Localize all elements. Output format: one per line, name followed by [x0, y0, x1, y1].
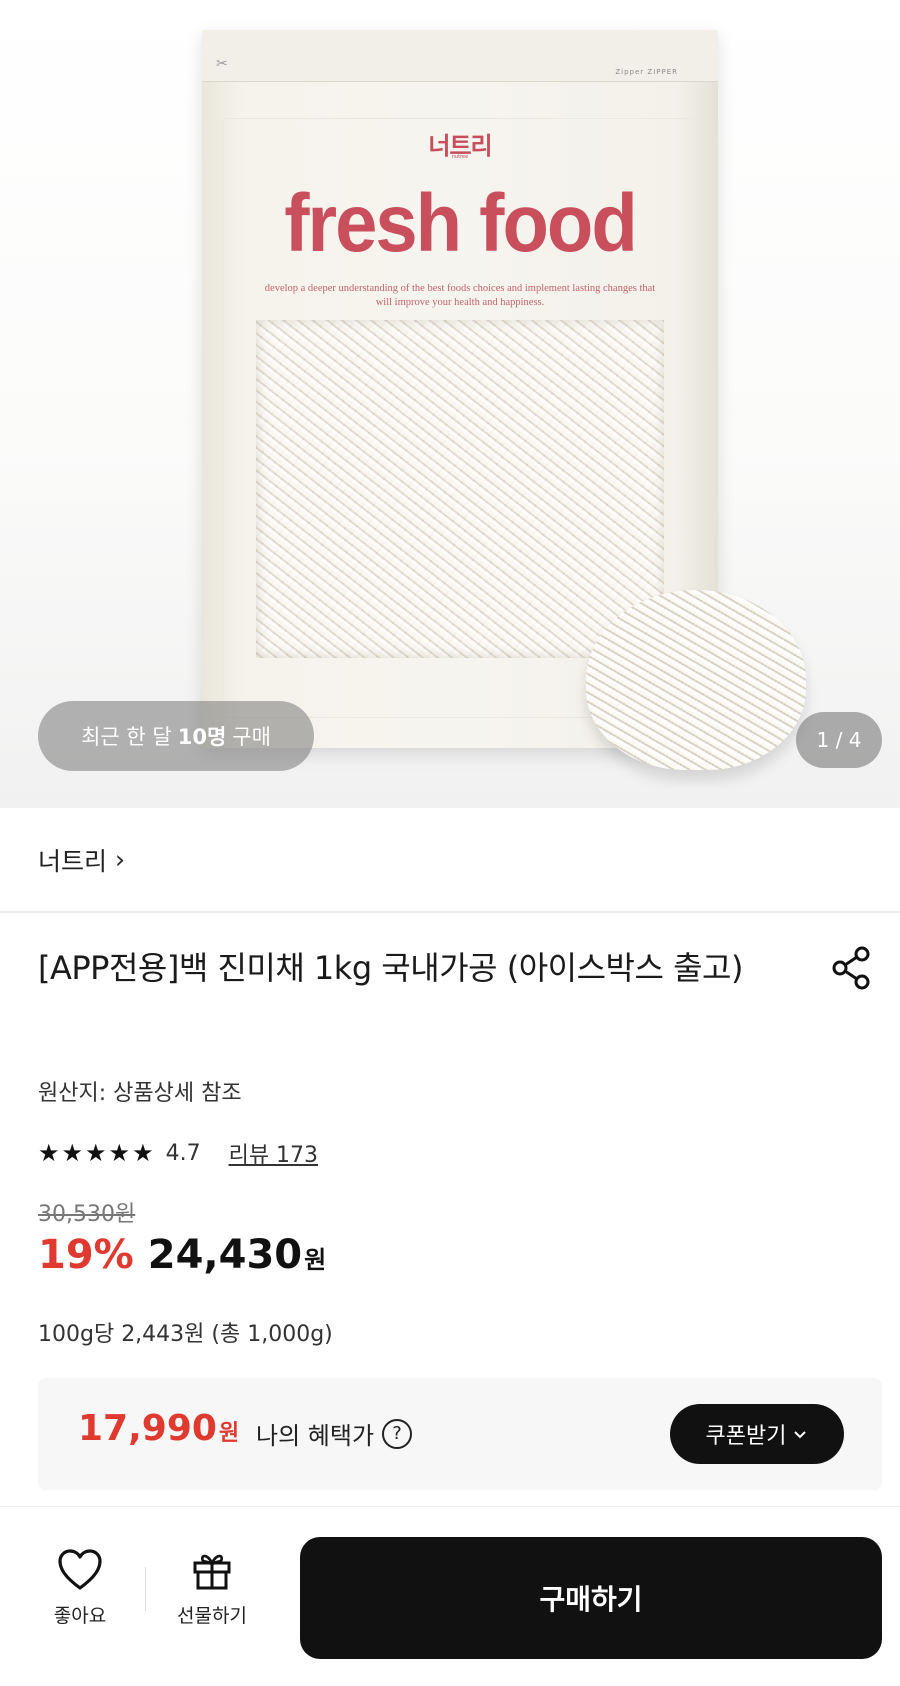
benefit-price: 17,990 원 — [78, 1408, 239, 1449]
bottom-action-bar: 좋아요 선물하기 구매하기 — [0, 1506, 900, 1686]
discount-rate: 19% — [38, 1232, 134, 1278]
unit-price: 100g당 2,443원 (총 1,000g) — [38, 1322, 333, 1347]
buy-button[interactable]: 구매하기 — [300, 1537, 882, 1659]
chevron-down-icon — [794, 1431, 807, 1439]
help-icon[interactable]: ? — [382, 1418, 413, 1449]
review-link[interactable]: 리뷰 173 — [229, 1137, 318, 1169]
coupon-button-label: 쿠폰받기 — [705, 1424, 787, 1449]
bag-brand-logo-sub: nutree — [451, 154, 469, 160]
recent-purchase-count: 10명 — [177, 725, 227, 749]
product-image-carousel[interactable]: ✂ Zipper ZIPPER 너트리 nutree fresh food de… — [0, 0, 900, 808]
benefit-label-text: 나의 혜택가 — [256, 1422, 375, 1450]
bag-tagline: develop a deeper understanding of the be… — [264, 283, 656, 308]
brand-link[interactable]: 너트리 › — [0, 808, 900, 913]
gift-icon — [193, 1554, 231, 1590]
gift-label: 선물하기 — [177, 1605, 247, 1627]
benefit-box: 17,990 원 나의 혜택가 ? 쿠폰받기 — [38, 1378, 882, 1490]
benefit-price-unit: 원 — [218, 1421, 240, 1446]
coupon-button[interactable]: 쿠폰받기 — [670, 1404, 844, 1464]
chevron-right-icon: › — [115, 845, 126, 874]
bag-title: fresh food — [284, 177, 638, 270]
original-price: 30,530원 — [38, 1202, 136, 1227]
rating-row: ★★★★★ 4.7 리뷰 173 — [38, 1135, 318, 1171]
scissors-icon: ✂ — [216, 56, 228, 72]
brand-name: 너트리 — [38, 846, 108, 876]
product-origin: 원산지: 상품상세 참조 — [38, 1081, 242, 1106]
like-button[interactable]: 좋아요 — [40, 1549, 120, 1628]
benefit-price-value: 17,990 — [78, 1408, 217, 1449]
heart-icon — [58, 1549, 102, 1590]
bag-zip-text: Zipper ZIPPER — [615, 68, 678, 76]
star-rating-icon: ★★★★★ — [38, 1139, 156, 1167]
recent-purchase-suffix: 구매 — [232, 725, 271, 749]
food-pile-image — [586, 590, 806, 770]
bag-food-window — [256, 320, 664, 658]
benefit-label: 나의 혜택가 ? — [256, 1416, 413, 1451]
product-title: [APP전용]백 진미채 1kg 국내가공 (아이스박스 출고) — [38, 949, 743, 987]
share-icon[interactable] — [828, 944, 876, 992]
rating-value: 4.7 — [165, 1140, 201, 1166]
recent-purchase-prefix: 최근 한 달 — [81, 725, 172, 749]
gift-button[interactable]: 선물하기 — [162, 1549, 262, 1628]
like-label: 좋아요 — [53, 1605, 107, 1627]
recent-purchase-badge: 최근 한 달 10명 구매 — [38, 701, 314, 771]
sale-price: 24,430 — [147, 1232, 303, 1278]
image-page-indicator: 1 / 4 — [796, 712, 882, 768]
sale-price-unit: 원 — [304, 1246, 327, 1274]
divider — [145, 1567, 146, 1611]
price-row: 19% 24,430 원 — [38, 1232, 326, 1278]
